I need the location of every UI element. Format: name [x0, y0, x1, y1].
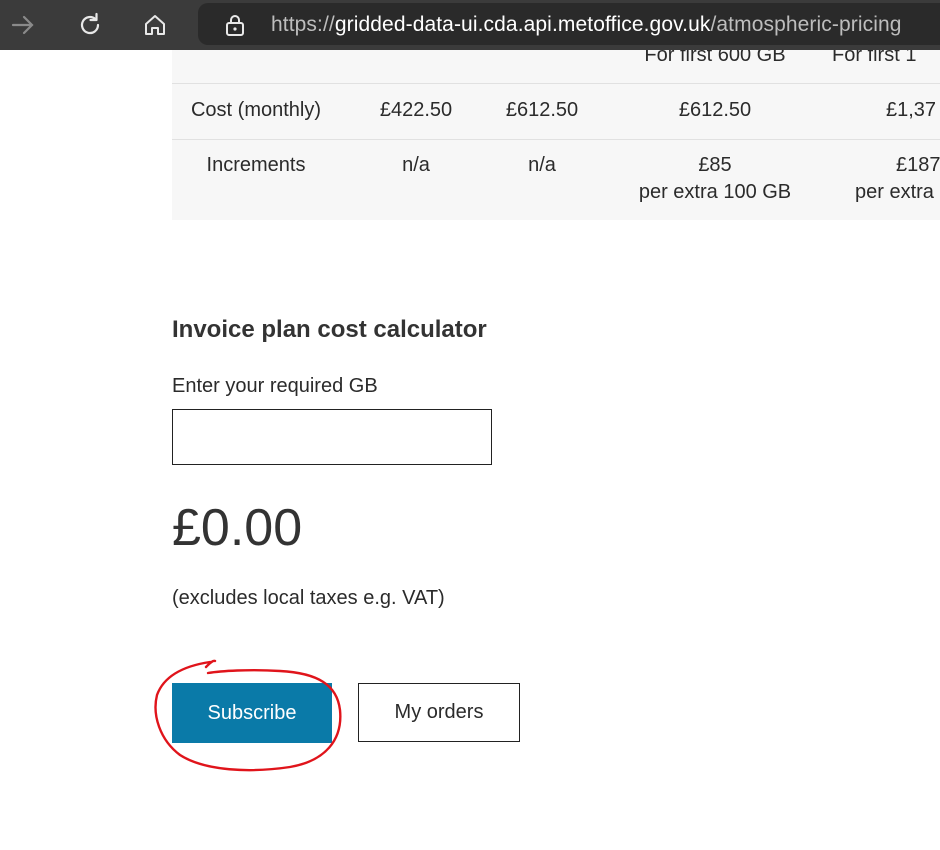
my-orders-button[interactable]: My orders — [358, 683, 520, 742]
table-cell: £85 per extra 100 GB — [615, 152, 815, 206]
table-header-cell: For first 1 — [832, 50, 917, 66]
reload-icon — [80, 12, 100, 35]
total-cost: £0.00 — [172, 499, 303, 557]
home-button[interactable] — [137, 7, 173, 43]
pricing-table: For first 600 GB For first 1 Cost (month… — [172, 50, 940, 220]
row-label: Increments — [206, 154, 306, 176]
table-cell: £1,37 — [886, 99, 937, 121]
table-row: Cost (monthly) £422.50 £612.50 £612.50 £… — [172, 83, 940, 139]
table-row: Increments n/a n/a £85 per extra 100 GB … — [172, 139, 940, 220]
cell-line: £85 — [698, 154, 732, 176]
table-cell: £612.50 — [505, 99, 579, 121]
forward-arrow-icon — [11, 15, 34, 35]
address-bar[interactable]: https://gridded-data-ui.cda.api.metoffic… — [198, 3, 940, 45]
table-header-cell: For first 600 GB — [644, 50, 786, 66]
cell-line: n/a — [402, 154, 430, 176]
calculator-title: Invoice plan cost calculator — [172, 316, 487, 343]
gb-input[interactable] — [172, 409, 492, 465]
home-icon — [145, 15, 165, 35]
lock-icon[interactable] — [224, 13, 246, 37]
cell-line: £187 — [896, 154, 940, 176]
url-host: gridded-data-ui.cda.api.metoffice.gov.uk — [334, 13, 711, 36]
cell-line: per extra 100 GB — [638, 181, 792, 203]
cell-line: per extra — [855, 181, 934, 203]
reload-button[interactable] — [72, 7, 108, 43]
table-cell: £187 per extra — [855, 152, 940, 206]
table-cell: n/a — [352, 152, 480, 179]
url-scheme: https:// — [271, 13, 335, 36]
forward-button[interactable] — [5, 7, 41, 43]
subscribe-button[interactable]: Subscribe — [172, 683, 332, 743]
gb-input-label: Enter your required GB — [172, 375, 378, 397]
url-path: /atmospheric-pricing — [710, 13, 902, 36]
table-cell: n/a — [480, 152, 604, 179]
browser-toolbar: https://gridded-data-ui.cda.api.metoffic… — [0, 0, 940, 50]
table-cell: £612.50 — [678, 99, 752, 121]
cell-line: n/a — [528, 154, 556, 176]
url-text[interactable]: https://gridded-data-ui.cda.api.metoffic… — [271, 13, 902, 37]
tax-note: (excludes local taxes e.g. VAT) — [172, 587, 445, 609]
table-cell: £422.50 — [379, 99, 453, 121]
row-label: Cost (monthly) — [190, 99, 322, 121]
